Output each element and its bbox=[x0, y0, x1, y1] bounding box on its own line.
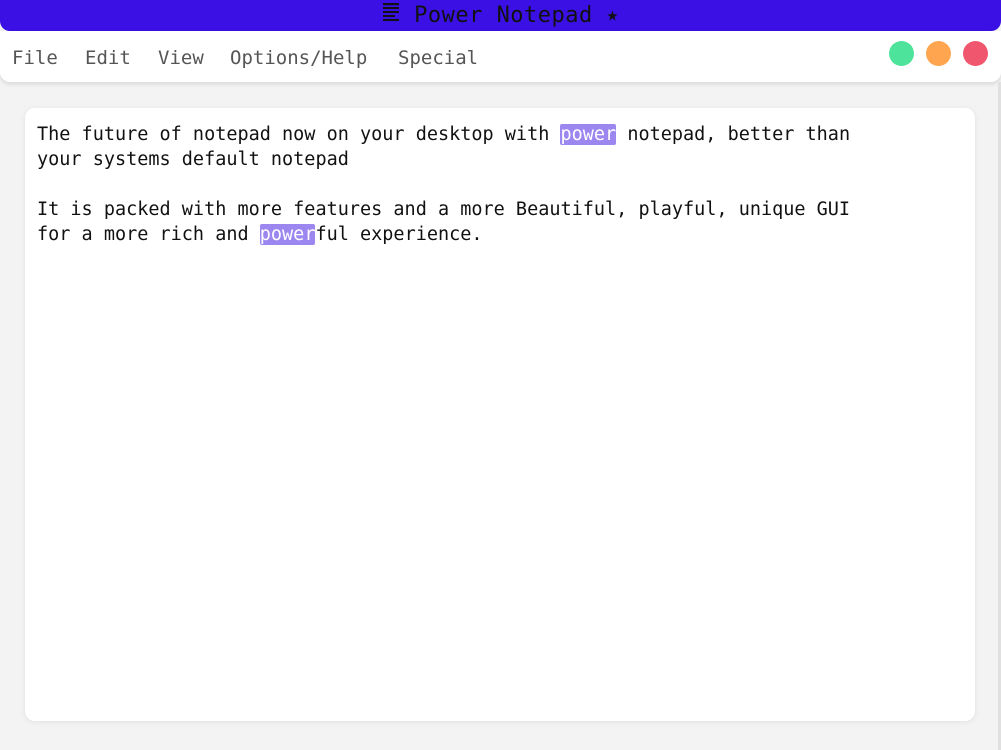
app-window: Power Notepad ⭑ File Edit View Options/H… bbox=[0, 0, 1001, 750]
window-title: Power Notepad ⭑ bbox=[414, 3, 619, 28]
menu-file[interactable]: File bbox=[12, 47, 58, 69]
editor-text: ful experience. bbox=[315, 224, 483, 245]
close-button[interactable] bbox=[963, 41, 988, 66]
editor-line-5: for a more rich and powerful experience. bbox=[37, 222, 963, 247]
menu-bar: File Edit View Options/Help Special bbox=[0, 31, 1001, 82]
menu-special[interactable]: Special bbox=[398, 47, 478, 69]
editor-line-3 bbox=[37, 172, 963, 197]
text-editor-area[interactable]: The future of notepad now on your deskto… bbox=[25, 108, 975, 721]
editor-line-4: It is packed with more features and a mo… bbox=[37, 199, 851, 220]
editor-line-1: The future of notepad now on your deskto… bbox=[37, 122, 963, 147]
search-highlight: power bbox=[259, 224, 316, 245]
title-bar[interactable]: Power Notepad ⭑ bbox=[0, 0, 1001, 31]
editor-text: for a more rich and bbox=[37, 224, 260, 245]
menu-edit[interactable]: Edit bbox=[85, 47, 131, 69]
editor-text: notepad, better than bbox=[616, 124, 851, 145]
maximize-button[interactable] bbox=[889, 41, 914, 66]
search-highlight: power bbox=[560, 124, 617, 145]
menu-view[interactable]: View bbox=[158, 47, 204, 69]
minimize-button[interactable] bbox=[926, 41, 951, 66]
editor-text: The future of notepad now on your deskto… bbox=[37, 124, 561, 145]
editor-line-2: your systems default notepad bbox=[37, 149, 349, 170]
document-lines-icon bbox=[382, 2, 400, 24]
menu-options-help[interactable]: Options/Help bbox=[230, 47, 367, 69]
